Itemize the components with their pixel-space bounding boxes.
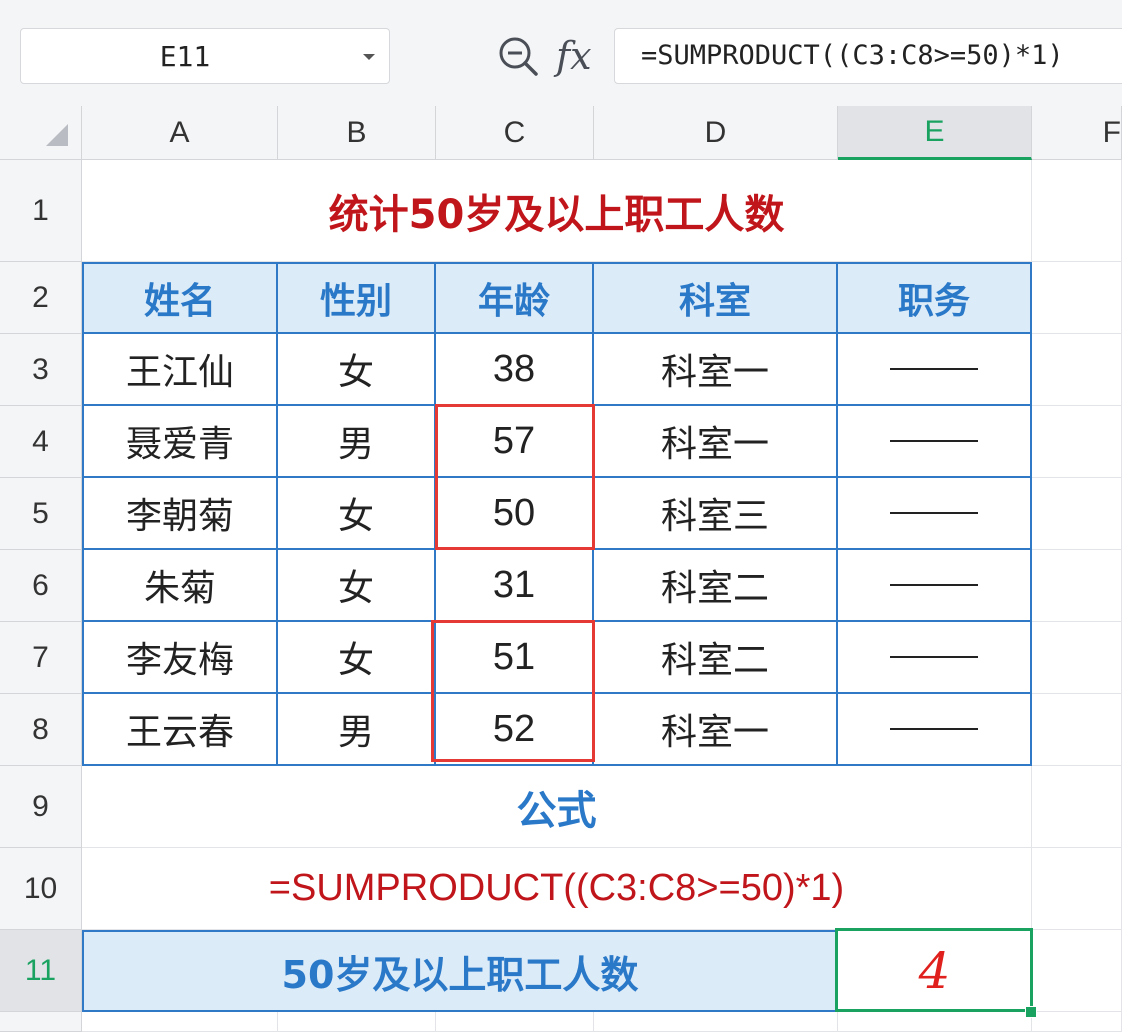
row-header-11[interactable]: 11 [0, 930, 82, 1012]
cell-dept[interactable]: 科室一 [594, 694, 838, 766]
cell-f11[interactable] [1032, 930, 1122, 1012]
column-header-f[interactable]: F [1032, 106, 1122, 160]
column-header-b[interactable]: B [278, 106, 436, 160]
chevron-down-icon[interactable] [355, 43, 383, 71]
cell-name[interactable]: 李友梅 [82, 622, 278, 694]
cell-name[interactable]: 聂爱青 [82, 406, 278, 478]
row-header-10[interactable]: 10 [0, 848, 82, 930]
cell-f[interactable] [1032, 406, 1122, 478]
header-dept[interactable]: 科室 [594, 262, 838, 334]
name-box-value: E11 [159, 39, 211, 73]
result-value-cell[interactable]: 4 [838, 930, 1032, 1012]
select-all-corner[interactable] [0, 106, 82, 160]
cell-age[interactable]: 31 [436, 550, 594, 622]
cell-name[interactable]: 朱菊 [82, 550, 278, 622]
dash-placeholder [890, 728, 978, 730]
row-header-6[interactable]: 6 [0, 550, 82, 622]
formula-text-cell[interactable]: =SUMPRODUCT((C3:C8>=50)*1) [82, 848, 1032, 930]
cell-dept[interactable]: 科室三 [594, 478, 838, 550]
fill-handle[interactable] [1025, 1006, 1037, 1018]
header-age[interactable]: 年龄 [436, 262, 594, 334]
header-gender[interactable]: 性别 [278, 262, 436, 334]
cell-f[interactable] [1032, 334, 1122, 406]
cell-f[interactable] [1032, 694, 1122, 766]
dash-placeholder [890, 512, 978, 514]
cell-position[interactable] [838, 550, 1032, 622]
cell-position[interactable] [838, 694, 1032, 766]
cell-position[interactable] [838, 478, 1032, 550]
cell-f10[interactable] [1032, 848, 1122, 930]
dash-placeholder [890, 584, 978, 586]
column-header-d[interactable]: D [594, 106, 838, 160]
cell-f9[interactable] [1032, 766, 1122, 848]
cell-f1[interactable] [1032, 160, 1122, 262]
cell-name[interactable]: 李朝菊 [82, 478, 278, 550]
cell-gender[interactable]: 女 [278, 550, 436, 622]
cell-f[interactable] [1032, 478, 1122, 550]
dash-placeholder [890, 368, 978, 370]
row-header-1[interactable]: 1 [0, 160, 82, 262]
cell-dept[interactable]: 科室一 [594, 406, 838, 478]
row-header-3[interactable]: 3 [0, 334, 82, 406]
cell-e12[interactable] [838, 1012, 1032, 1032]
cell-f[interactable] [1032, 550, 1122, 622]
cell-gender[interactable]: 女 [278, 334, 436, 406]
row-header-4[interactable]: 4 [0, 406, 82, 478]
row-header-7[interactable]: 7 [0, 622, 82, 694]
cell-gender[interactable]: 男 [278, 694, 436, 766]
cell-b12[interactable] [278, 1012, 436, 1032]
name-box[interactable]: E11 [20, 28, 390, 84]
header-name[interactable]: 姓名 [82, 262, 278, 334]
cell-gender[interactable]: 男 [278, 406, 436, 478]
cell-dept[interactable]: 科室二 [594, 622, 838, 694]
formula-bar: E11 fx =SUMPRODUCT((C3:C8>=50)*1) [0, 0, 1122, 106]
cell-c12[interactable] [436, 1012, 594, 1032]
cell-position[interactable] [838, 622, 1032, 694]
cell-age[interactable]: 51 [436, 622, 594, 694]
row-header-12[interactable] [0, 1012, 82, 1032]
cell-gender[interactable]: 女 [278, 478, 436, 550]
column-header-c[interactable]: C [436, 106, 594, 160]
fx-icon[interactable]: fx [556, 30, 602, 82]
cell-gender[interactable]: 女 [278, 622, 436, 694]
cell-f12[interactable] [1032, 1012, 1122, 1032]
cell-age[interactable]: 50 [436, 478, 594, 550]
row-header-9[interactable]: 9 [0, 766, 82, 848]
row-header-5[interactable]: 5 [0, 478, 82, 550]
cell-age[interactable]: 52 [436, 694, 594, 766]
sheet-title[interactable]: 统计50岁及以上职工人数 [82, 160, 1032, 262]
cell-f[interactable] [1032, 622, 1122, 694]
result-label[interactable]: 50岁及以上职工人数 [82, 930, 838, 1012]
dash-placeholder [890, 440, 978, 442]
formula-input[interactable]: =SUMPRODUCT((C3:C8>=50)*1) [614, 28, 1122, 84]
cell-position[interactable] [838, 406, 1032, 478]
dash-placeholder [890, 656, 978, 658]
cell-age[interactable]: 38 [436, 334, 594, 406]
cell-name[interactable]: 王江仙 [82, 334, 278, 406]
cell-name[interactable]: 王云春 [82, 694, 278, 766]
cell-age[interactable]: 57 [436, 406, 594, 478]
cell-dept[interactable]: 科室二 [594, 550, 838, 622]
row-header-2[interactable]: 2 [0, 262, 82, 334]
search-zoom-icon[interactable] [496, 34, 540, 78]
cell-a12[interactable] [82, 1012, 278, 1032]
row-header-8[interactable]: 8 [0, 694, 82, 766]
header-position[interactable]: 职务 [838, 262, 1032, 334]
formula-label[interactable]: 公式 [82, 766, 1032, 848]
cell-dept[interactable]: 科室一 [594, 334, 838, 406]
column-header-a[interactable]: A [82, 106, 278, 160]
cell-d12[interactable] [594, 1012, 838, 1032]
cell-f2[interactable] [1032, 262, 1122, 334]
cell-position[interactable] [838, 334, 1032, 406]
column-header-e[interactable]: E [838, 106, 1032, 160]
